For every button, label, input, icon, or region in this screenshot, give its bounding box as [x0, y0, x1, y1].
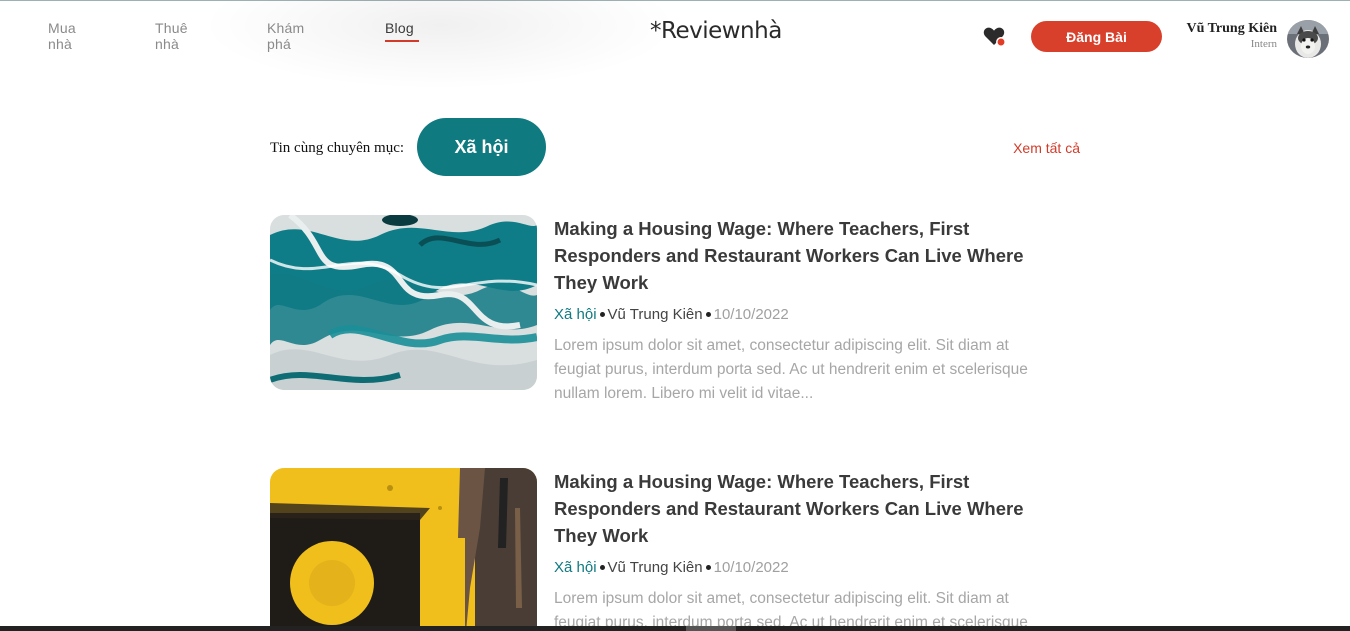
article-meta: Xã hội Vũ Trung Kiên 10/10/2022 [554, 558, 1054, 576]
heart-icon[interactable] [982, 24, 1006, 48]
category-pill[interactable]: Xã hội [417, 118, 546, 176]
scrollbar-thumb[interactable] [686, 626, 736, 631]
nav-item-blog-active[interactable]: Blog [385, 20, 419, 42]
article-body: Making a Housing Wage: Where Teachers, F… [554, 468, 1054, 631]
article-title[interactable]: Making a Housing Wage: Where Teachers, F… [554, 468, 1054, 549]
article-date: 10/10/2022 [713, 305, 789, 323]
article-author: Vũ Trung Kiên [607, 558, 703, 576]
user-name[interactable]: Vũ Trung Kiên [1186, 21, 1277, 37]
nav-item-explore[interactable]: Khám phá [267, 20, 304, 52]
article-body: Making a Housing Wage: Where Teachers, F… [554, 215, 1054, 406]
article-title[interactable]: Making a Housing Wage: Where Teachers, F… [554, 215, 1054, 296]
article-category[interactable]: Xã hội [554, 559, 597, 576]
meta-dot [599, 564, 605, 570]
meta-dot [705, 564, 711, 570]
article-meta: Xã hội Vũ Trung Kiên 10/10/2022 [554, 305, 1054, 323]
article-excerpt: Lorem ipsum dolor sit amet, consectetur … [554, 337, 1028, 402]
nav-item-buy[interactable]: Mua nhà [48, 20, 76, 52]
site-logo[interactable]: *Reviewnhà [650, 18, 782, 44]
section-label: Tin cùng chuyên mục: [270, 140, 405, 156]
article-author: Vũ Trung Kiên [607, 305, 703, 323]
meta-dot [705, 311, 711, 317]
post-article-button[interactable]: Đăng Bài [1031, 21, 1162, 52]
see-all-link[interactable]: Xem tất cả [1013, 140, 1080, 156]
article-date: 10/10/2022 [713, 558, 789, 576]
notification-dot [996, 37, 1006, 47]
article-thumbnail-marble[interactable] [270, 215, 537, 390]
related-news-header: Tin cùng chuyên mục: Xã hội Xem tất cả [270, 118, 1080, 176]
meta-dot [599, 311, 605, 317]
user-role: Intern [1250, 38, 1277, 50]
site-header: Mua nhà Thuê nhà Khám phá Blog *Reviewnh… [0, 0, 1350, 70]
horizontal-scrollbar[interactable] [0, 626, 1350, 631]
avatar[interactable] [1287, 20, 1329, 58]
nav-item-rent[interactable]: Thuê nhà [155, 20, 188, 52]
article-category[interactable]: Xã hội [554, 306, 597, 323]
article-thumbnail-yellow[interactable] [270, 468, 537, 631]
article-excerpt: Lorem ipsum dolor sit amet, consectetur … [554, 590, 1028, 631]
